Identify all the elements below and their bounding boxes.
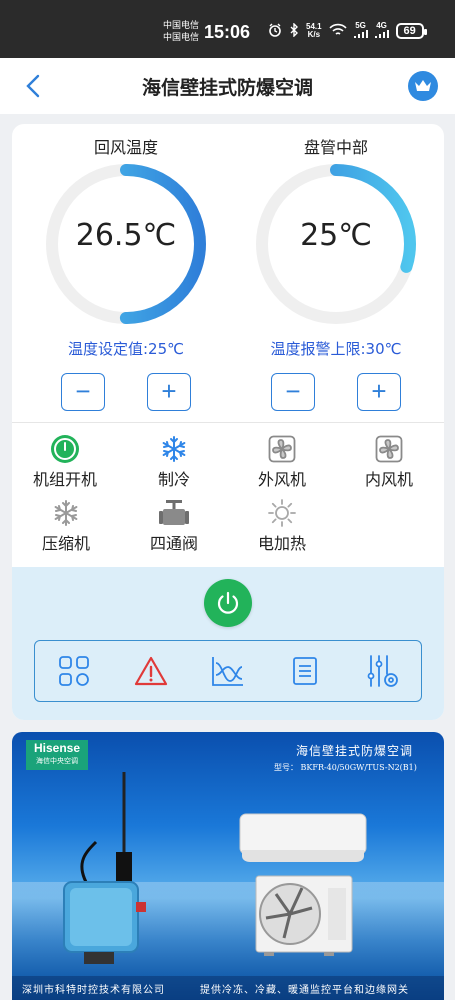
alarm-limit-stepper: − + xyxy=(246,373,426,411)
gauge-dial: 26.5℃ xyxy=(44,162,208,326)
status-indoor-fan: 内风机 xyxy=(339,434,439,490)
power-icon xyxy=(217,591,239,614)
fan-icon xyxy=(373,434,405,464)
brand-subtitle: 海信中央空调 xyxy=(36,757,78,765)
snowflake-icon xyxy=(50,498,82,528)
chart-curve-icon xyxy=(212,657,243,686)
status-label: 四通阀 xyxy=(149,534,198,553)
grid-apps-button[interactable] xyxy=(54,651,94,691)
gauge-value: 26.5℃ xyxy=(75,218,177,253)
wifi-icon xyxy=(328,23,347,40)
gauge-label: 回风温度 xyxy=(93,138,158,157)
divider xyxy=(12,422,444,423)
app-header: 海信壁挂式防爆空调 xyxy=(0,58,455,114)
status-outdoor-fan: 外风机 xyxy=(232,434,332,490)
outdoor-unit-image xyxy=(255,875,353,956)
grid-apps-icon xyxy=(58,656,89,686)
decrease-button[interactable]: − xyxy=(271,373,315,411)
gateway-device-image xyxy=(63,772,146,964)
company-name: 深圳市科特时控技术有限公司 xyxy=(22,985,165,996)
setpoint-text: 温度设定值:25℃ xyxy=(68,340,184,358)
clock: 15:06 xyxy=(204,22,251,42)
setpoint-stepper: − + xyxy=(36,373,216,411)
carrier-info: 中国电信 中国电信 xyxy=(163,20,199,44)
valve-icon xyxy=(158,498,190,528)
trend-chart-button[interactable] xyxy=(208,651,248,691)
brand-name: Hisense xyxy=(33,741,81,755)
alarm-icon xyxy=(268,23,282,40)
banner-model: 型号： BKFR-40/50GW/TUS-N2(B1) xyxy=(274,763,417,772)
brand-logo: Hisense 海信中央空调 xyxy=(26,740,88,770)
indoor-unit-image xyxy=(239,813,367,862)
vip-button[interactable] xyxy=(408,71,438,101)
status-label: 制冷 xyxy=(157,470,190,489)
alarm-button[interactable] xyxy=(131,651,171,691)
status-cooling: 制冷 xyxy=(124,434,224,490)
control-panel xyxy=(12,567,444,720)
status-electric-heating: 电加热 xyxy=(232,498,332,554)
status-bar: 中国电信 中国电信 15:06 54.1 K/s 5G 4G 69 xyxy=(0,0,455,58)
snowflake-icon xyxy=(158,434,190,464)
status-compressor: 压缩机 xyxy=(16,498,116,554)
status-unit-on: 机组开机 xyxy=(15,434,115,490)
decrease-button[interactable]: − xyxy=(61,373,105,411)
signal-4g: 4G xyxy=(374,21,389,40)
status-four-way-valve: 四通阀 xyxy=(124,498,224,554)
banner-footer: 深圳市科特时控技术有限公司 提供冷冻、冷藏、暖通监控平台和边缘网关 xyxy=(12,976,444,1000)
function-toolbar xyxy=(34,640,422,702)
status-label: 电加热 xyxy=(257,534,306,553)
product-banner[interactable]: Hisense 海信中央空调 海信壁挂式防爆空调 型号： BKFR-40/50G… xyxy=(12,732,444,1000)
settings-sliders-icon xyxy=(367,655,399,687)
return-air-gauge: 回风温度 26.5℃ 温度设定值:25℃ − + xyxy=(36,134,216,411)
records-button[interactable] xyxy=(285,651,325,691)
status-label: 压缩机 xyxy=(41,534,90,553)
status-label: 内风机 xyxy=(364,470,413,489)
signal-5g: 5G xyxy=(353,21,368,40)
gauge-label: 盘管中部 xyxy=(303,138,368,157)
net1-label: 5G xyxy=(355,21,366,30)
settings-button[interactable] xyxy=(362,651,402,691)
control-card: 回风温度 26.5℃ 温度设定值:25℃ − + 盘管中部 25℃ 温度报警上限… xyxy=(12,124,444,720)
battery-indicator: 69 xyxy=(395,23,427,39)
power-on-icon xyxy=(49,434,81,464)
warning-icon xyxy=(134,656,167,686)
increase-button[interactable]: + xyxy=(357,373,401,411)
fan-icon xyxy=(266,434,298,464)
bluetooth-icon xyxy=(289,21,299,40)
carrier-2: 中国电信 xyxy=(163,33,200,43)
carrier-1: 中国电信 xyxy=(163,21,200,31)
power-button[interactable] xyxy=(204,579,252,627)
net2-label: 4G xyxy=(376,21,387,30)
page-title: 海信壁挂式防爆空调 xyxy=(141,77,313,99)
gauge-dial: 25℃ xyxy=(254,162,418,326)
company-slogan: 提供冷冻、冷藏、暖通监控平台和边缘网关 xyxy=(200,985,409,996)
status-label: 外风机 xyxy=(257,470,306,489)
speed-unit: K/s xyxy=(307,30,321,39)
status-label: 机组开机 xyxy=(32,470,97,489)
network-speed: 54.1 K/s xyxy=(306,23,322,39)
crown-icon xyxy=(415,80,431,91)
gauge-value: 25℃ xyxy=(300,218,372,253)
list-document-icon xyxy=(293,657,318,685)
alarm-limit-text: 温度报警上限:30℃ xyxy=(270,340,402,358)
sun-icon xyxy=(266,498,298,528)
status-icons: 54.1 K/s 5G 4G 69 xyxy=(268,21,427,40)
increase-button[interactable]: + xyxy=(147,373,191,411)
coil-middle-gauge: 盘管中部 25℃ 温度报警上限:30℃ − + xyxy=(246,134,426,411)
banner-title: 海信壁挂式防爆空调 xyxy=(296,744,414,758)
